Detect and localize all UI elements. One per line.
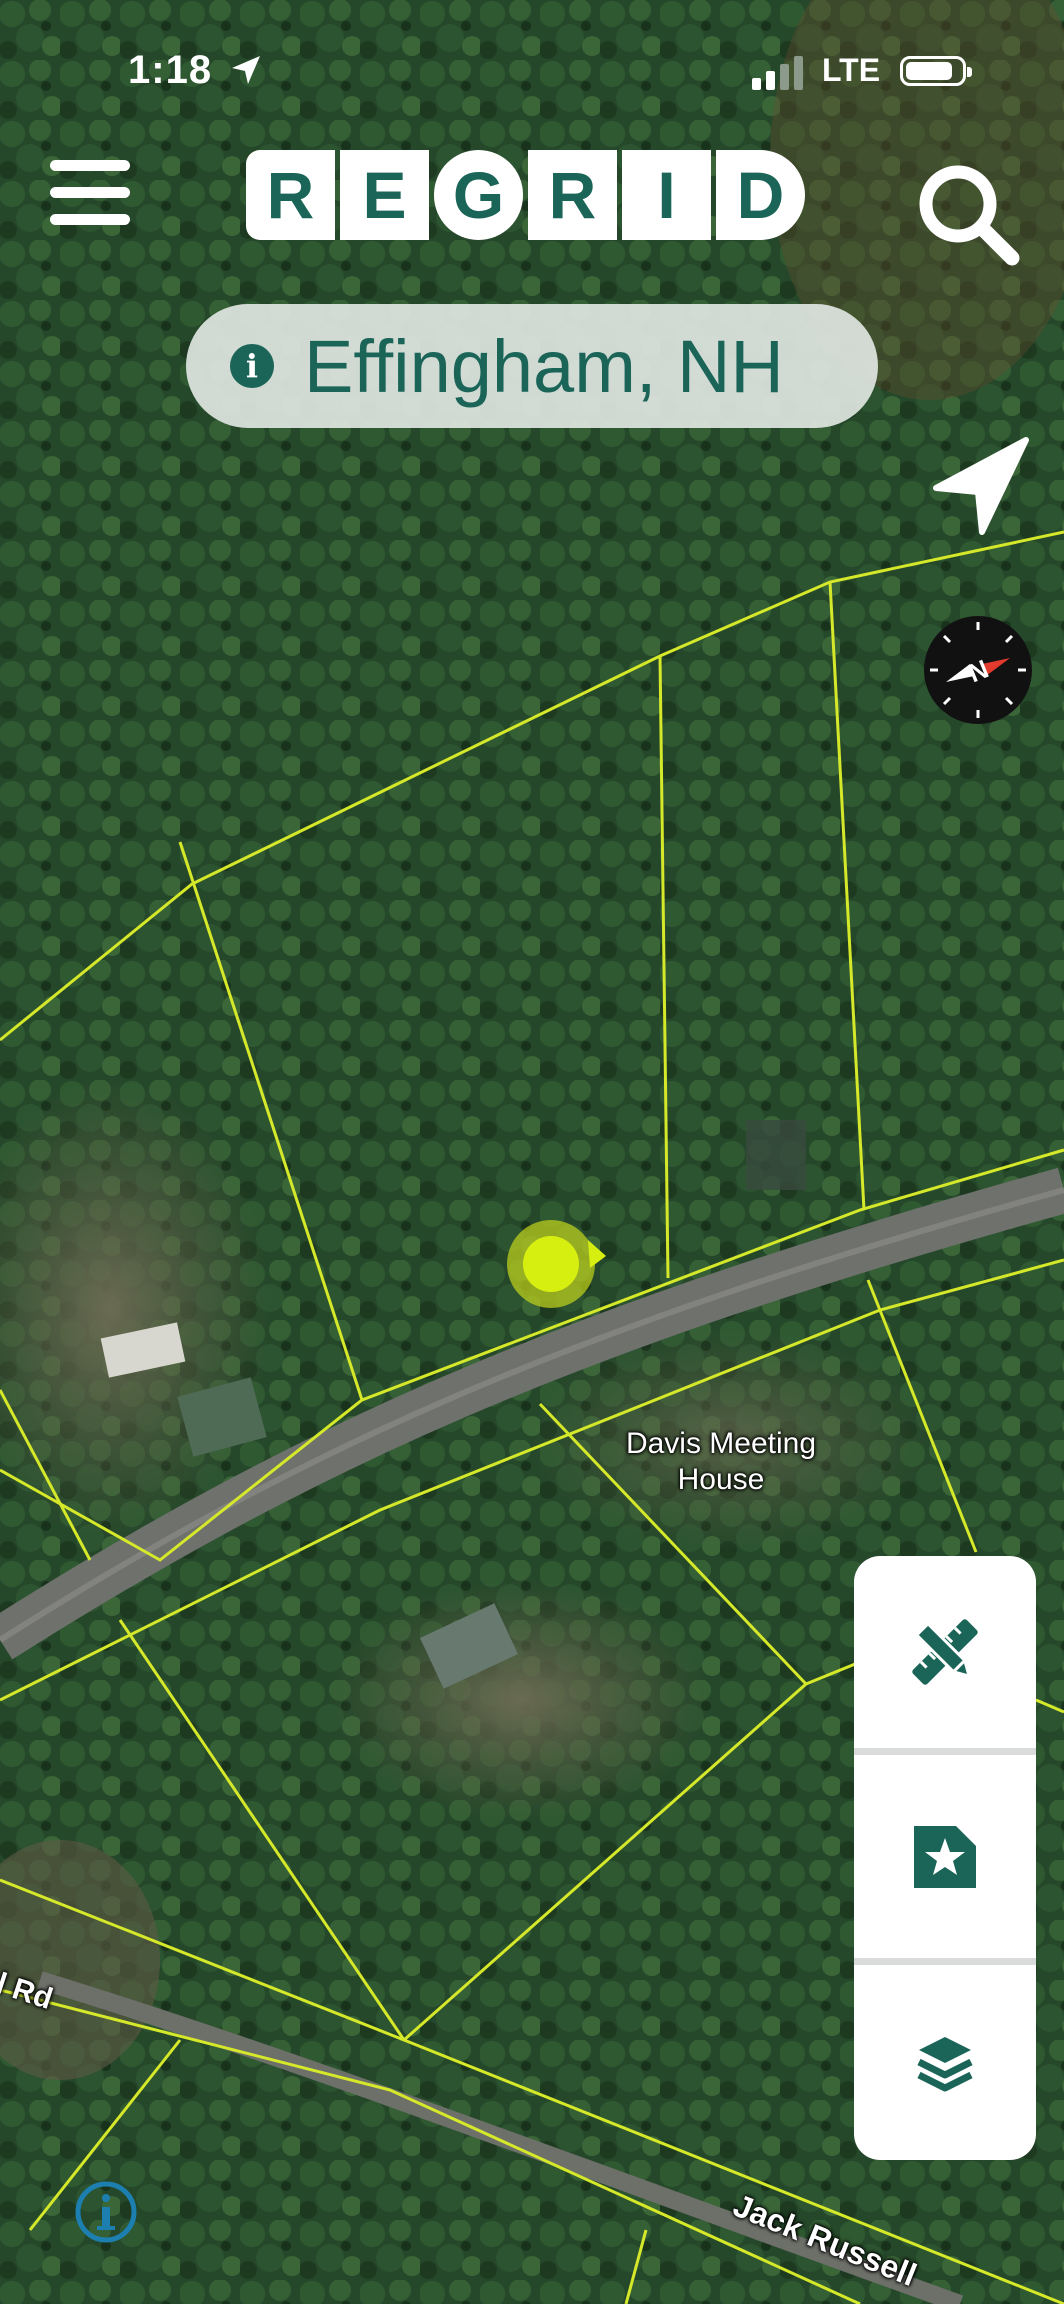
battery-icon — [900, 56, 972, 86]
logo-letter: D — [716, 150, 805, 240]
location-services-icon — [232, 56, 260, 84]
hamburger-menu-icon[interactable] — [50, 160, 130, 226]
bookmark-star-icon — [914, 1825, 976, 1888]
draw-tool-button[interactable] — [854, 1556, 1036, 1748]
map-tools-panel — [854, 1556, 1036, 2160]
location-pill[interactable]: i Effingham, NH — [186, 304, 878, 428]
compass-icon[interactable]: N — [924, 616, 1032, 724]
logo-letter: E — [340, 150, 429, 240]
search-icon[interactable] — [912, 158, 1024, 270]
pencil-ruler-icon — [912, 1619, 978, 1685]
cellular-signal-icon — [752, 56, 803, 90]
regrid-logo: R E G R I D — [246, 150, 805, 240]
layers-icon — [917, 2036, 973, 2091]
info-icon: i — [230, 344, 274, 388]
place-label: Davis Meeting House — [625, 1427, 817, 1496]
network-type: LTE — [822, 52, 881, 88]
logo-letter: I — [622, 150, 711, 240]
logo-letter: R — [528, 150, 617, 240]
status-bar: 1:18 LTE — [0, 48, 1064, 98]
logo-letter: G — [434, 150, 523, 240]
status-time: 1:18 — [128, 48, 213, 92]
saved-places-button[interactable] — [854, 1755, 1036, 1958]
info-circle-icon[interactable] — [74, 2180, 138, 2244]
location-name: Effingham, NH — [304, 324, 784, 408]
layers-button[interactable] — [854, 1965, 1036, 2160]
logo-letter: R — [246, 150, 335, 240]
location-arrow-icon[interactable] — [930, 436, 1030, 536]
